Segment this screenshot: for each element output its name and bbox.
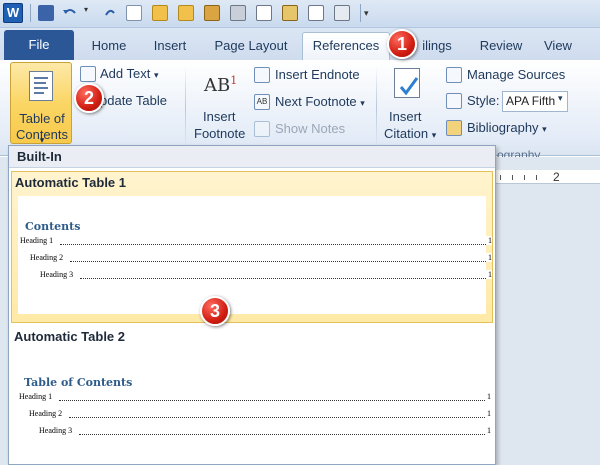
quick-access-toolbar: W ▾ ▾ bbox=[0, 0, 600, 28]
toc-preview: Table of Contents Heading 11 Heading 21 … bbox=[17, 350, 491, 462]
preview-row: Heading 11 bbox=[19, 392, 491, 401]
undo-dropdown-icon[interactable]: ▾ bbox=[84, 5, 100, 21]
customize-qat-icon[interactable]: ▾ bbox=[364, 5, 380, 21]
save-as-icon[interactable] bbox=[204, 5, 220, 21]
show-notes-button: Show Notes bbox=[275, 121, 346, 136]
next-footnote-label: Next Footnote bbox=[275, 94, 357, 109]
manage-sources-icon bbox=[446, 67, 462, 83]
tab-insert[interactable]: Insert bbox=[144, 36, 196, 60]
ribbon-tabs: File Home Insert Page Layout References … bbox=[0, 28, 600, 60]
redo-icon[interactable] bbox=[102, 5, 118, 21]
insert-endnote-button[interactable]: Insert Endnote bbox=[275, 67, 360, 82]
chevron-down-icon: ▾ bbox=[360, 98, 365, 108]
ruler-tick bbox=[500, 175, 501, 180]
ruler-tick bbox=[512, 175, 513, 180]
chevron-down-icon[interactable]: ▾ bbox=[558, 93, 563, 104]
preview-row: Heading 31 bbox=[40, 270, 492, 279]
bibliography-button[interactable]: Bibliography ▾ bbox=[467, 120, 547, 135]
gallery-header: Built-In bbox=[9, 146, 495, 168]
insert-citation-icon bbox=[394, 68, 420, 98]
automatic-table-2-option[interactable]: Automatic Table 2 Table of Contents Head… bbox=[11, 326, 493, 464]
update-table-button[interactable]: pdate Table bbox=[100, 93, 167, 108]
group-separator bbox=[376, 66, 377, 150]
ruler-tick bbox=[524, 175, 525, 180]
open-icon[interactable] bbox=[152, 5, 168, 21]
preview-heading: Contents bbox=[25, 220, 81, 233]
insert-citation-label-2: Citation bbox=[384, 126, 429, 141]
preview-row: Heading 31 bbox=[39, 426, 491, 435]
add-text-button[interactable]: Add Text ▾ bbox=[100, 66, 159, 81]
tab-references[interactable]: References bbox=[302, 32, 390, 60]
insert-footnote-label-1[interactable]: Insert bbox=[203, 109, 236, 124]
table-of-contents-button[interactable]: Table of Contents ▾ bbox=[10, 62, 72, 145]
tab-home[interactable]: Home bbox=[84, 36, 134, 60]
horizontal-ruler[interactable] bbox=[490, 170, 600, 184]
format-icon[interactable] bbox=[308, 5, 324, 21]
gallery-item-title: Automatic Table 2 bbox=[14, 329, 126, 344]
next-footnote-icon: AB bbox=[254, 94, 270, 110]
insert-endnote-icon bbox=[254, 67, 270, 83]
toc-label-line1: Table of bbox=[19, 111, 65, 126]
preview-heading: Table of Contents bbox=[24, 376, 133, 389]
gallery-item-title: Automatic Table 1 bbox=[15, 175, 127, 190]
chevron-down-icon: ▾ bbox=[39, 135, 45, 145]
ruler-tick bbox=[536, 175, 537, 180]
qat-separator bbox=[360, 4, 361, 22]
paste-icon[interactable] bbox=[282, 5, 298, 21]
preview-row: Heading 21 bbox=[29, 409, 491, 418]
insert-footnote-icon: AB1 bbox=[204, 74, 238, 96]
preview-row: Heading 11 bbox=[20, 236, 492, 245]
word-app-icon[interactable]: W bbox=[3, 3, 23, 23]
group-separator bbox=[185, 66, 186, 150]
callout-2: 2 bbox=[74, 83, 104, 113]
chevron-down-icon: ▾ bbox=[431, 130, 437, 140]
insert-footnote-label-2[interactable]: Footnote bbox=[194, 126, 245, 141]
undo-icon[interactable] bbox=[62, 5, 78, 21]
add-text-label: Add Text bbox=[100, 66, 151, 81]
insert-citation-label-1[interactable]: Insert bbox=[389, 109, 422, 124]
chevron-down-icon: ▾ bbox=[542, 124, 547, 134]
tab-file[interactable]: File bbox=[4, 30, 74, 60]
chevron-down-icon: ▾ bbox=[153, 70, 159, 80]
preview-row: Heading 21 bbox=[30, 253, 492, 262]
table-of-contents-gallery: Built-In Automatic Table 1 Contents Head… bbox=[8, 145, 496, 465]
next-footnote-button[interactable]: Next Footnote ▾ bbox=[275, 94, 365, 109]
layout-icon[interactable] bbox=[334, 5, 350, 21]
qat-separator bbox=[30, 4, 31, 22]
bibliography-icon bbox=[446, 120, 462, 136]
tab-review[interactable]: Review bbox=[472, 36, 530, 60]
tab-page-layout[interactable]: Page Layout bbox=[206, 36, 296, 60]
style-label: Style: bbox=[467, 93, 500, 108]
print-icon[interactable] bbox=[230, 5, 246, 21]
tab-view[interactable]: View bbox=[544, 36, 600, 60]
ruler-number: 2 bbox=[553, 170, 560, 184]
table-of-contents-icon bbox=[29, 71, 53, 101]
style-value: APA Fifth bbox=[506, 94, 556, 108]
toc-preview: Contents Heading 11 Heading 21 Heading 3… bbox=[18, 196, 492, 314]
tab-mailings[interactable]: ilings bbox=[412, 36, 462, 60]
insert-citation-button[interactable]: Citation ▾ bbox=[384, 126, 436, 141]
show-notes-icon bbox=[254, 121, 270, 137]
callout-1: 1 bbox=[387, 29, 417, 59]
callout-3: 3 bbox=[200, 296, 230, 326]
print-preview-icon[interactable] bbox=[256, 5, 272, 21]
style-icon bbox=[446, 93, 462, 109]
add-text-icon bbox=[80, 66, 96, 82]
new-document-icon[interactable] bbox=[126, 5, 142, 21]
bibliography-label: Bibliography bbox=[467, 120, 539, 135]
folder-icon[interactable] bbox=[178, 5, 194, 21]
manage-sources-button[interactable]: Manage Sources bbox=[467, 67, 565, 82]
automatic-table-1-option[interactable]: Automatic Table 1 Contents Heading 11 He… bbox=[11, 171, 493, 323]
save-icon[interactable] bbox=[38, 5, 54, 21]
